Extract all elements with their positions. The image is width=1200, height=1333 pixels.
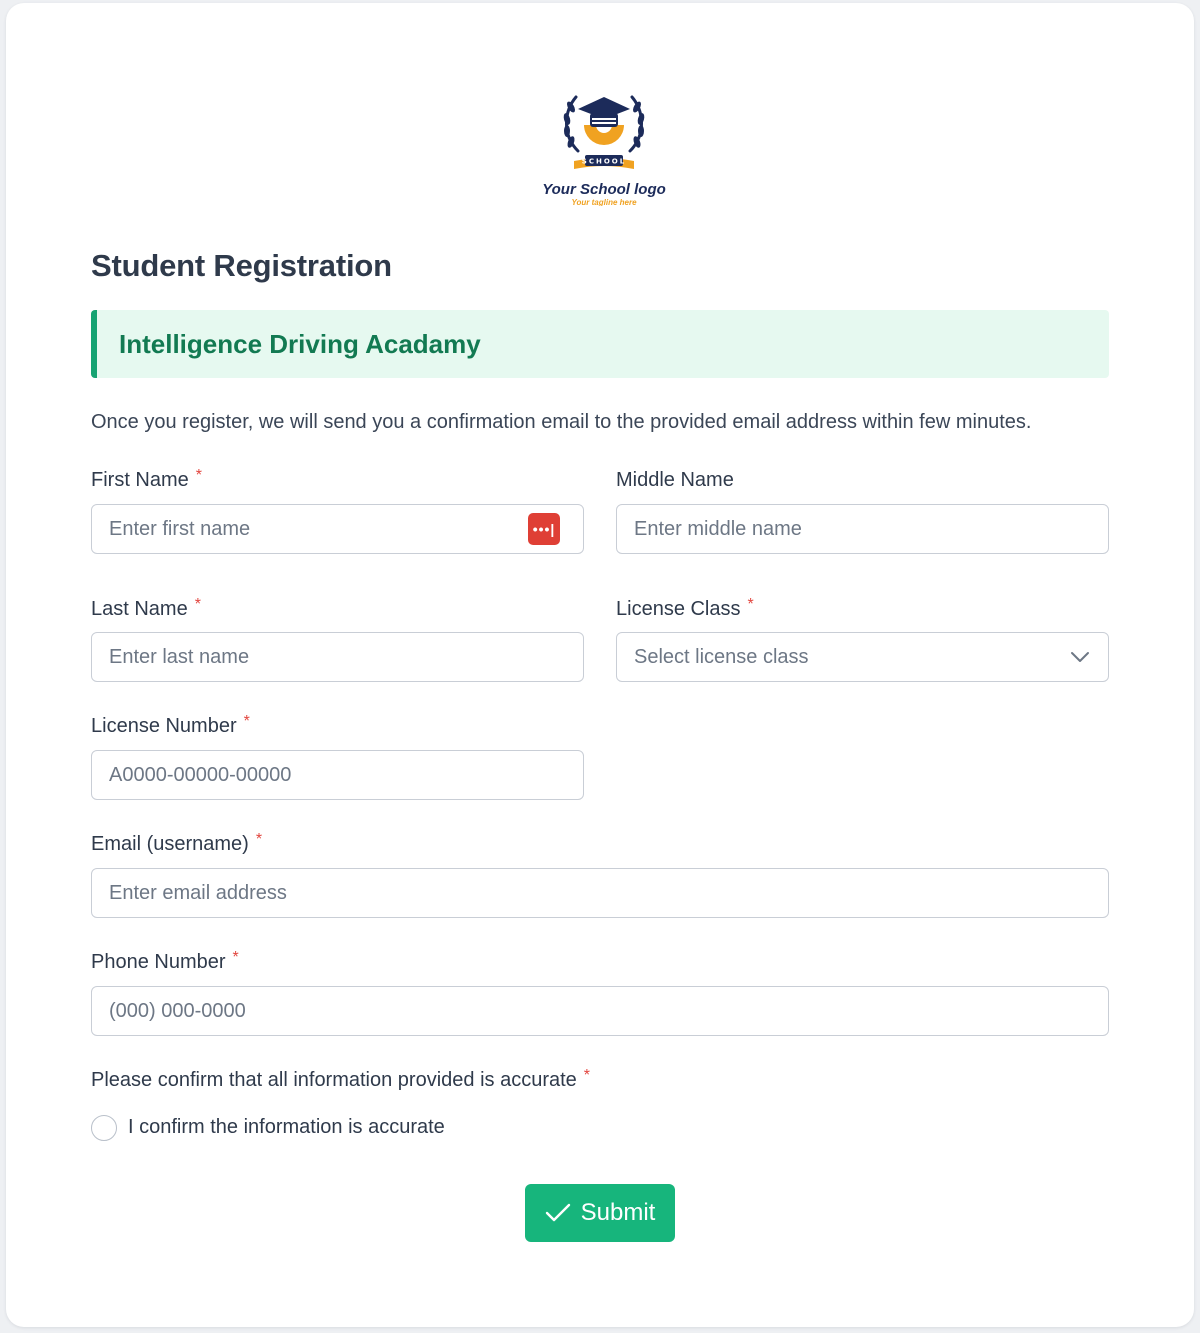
confirm-option-label[interactable]: I confirm the information is accurate (128, 1116, 445, 1139)
academy-name: Intelligence Driving Acadamy (119, 329, 481, 359)
required-mark: * (747, 596, 754, 613)
school-crest-icon: SCHOOL (563, 95, 645, 169)
first-name-input[interactable] (91, 504, 584, 554)
middle-name-label: Middle Name (616, 469, 734, 491)
license-class-placeholder: Select license class (634, 646, 809, 668)
required-mark: * (232, 949, 239, 966)
license-class-label: License Class * (616, 596, 754, 620)
last-name-input[interactable] (91, 632, 584, 682)
required-mark: * (243, 713, 250, 730)
required-mark: * (583, 1067, 591, 1084)
phone-label: Phone Number * (91, 949, 239, 973)
academy-banner: Intelligence Driving Acadamy (91, 310, 1109, 378)
license-number-label: License Number * (91, 713, 250, 737)
email-input[interactable] (91, 868, 1109, 918)
logo-badge-text: SCHOOL (582, 158, 626, 166)
last-name-label: Last Name * (91, 596, 201, 620)
required-mark: * (194, 596, 201, 613)
logo-tagline: Your tagline here (571, 198, 637, 206)
logo-name: Your School logo (542, 181, 666, 198)
password-manager-icon[interactable]: •••| (528, 513, 560, 545)
confirm-question: Please confirm that all information prov… (91, 1067, 591, 1091)
middle-name-input[interactable] (616, 504, 1109, 554)
required-mark: * (195, 467, 203, 484)
check-icon (545, 1203, 570, 1222)
submit-button[interactable]: Submit (525, 1184, 675, 1242)
intro-text: Once you register, we will send you a co… (91, 411, 1032, 433)
phone-input[interactable] (91, 986, 1109, 1036)
chevron-down-icon (1071, 652, 1089, 662)
first-name-label: First Name * (91, 467, 203, 491)
email-label: Email (username) * (91, 831, 263, 855)
page-title: Student Registration (91, 248, 392, 283)
school-logo: SCHOOL Your School logo Your tagline her… (536, 89, 672, 219)
confirm-radio[interactable] (91, 1115, 117, 1141)
license-number-input[interactable] (91, 750, 584, 800)
license-class-select[interactable]: Select license class (616, 632, 1109, 682)
required-mark: * (255, 831, 263, 848)
submit-label: Submit (580, 1199, 656, 1226)
